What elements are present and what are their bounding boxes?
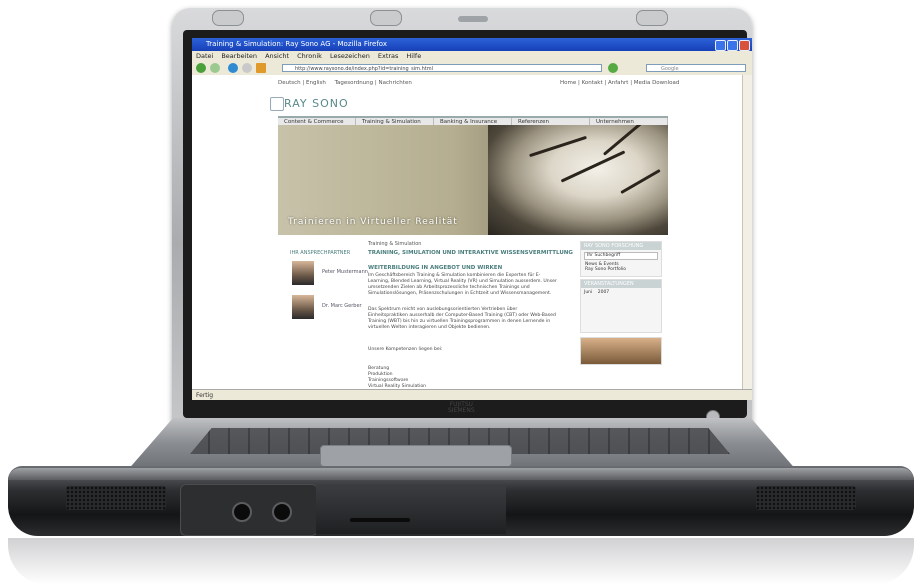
web-page: Deutsch | English Tagesordnung | Nachric… [192,75,742,389]
contact-name[interactable]: Peter Mustermann [322,269,368,275]
laptop-brand: FUJITSU SIEMENS [448,402,475,414]
spectrum-paragraph: Das Spektrum reicht von auslebungsorient… [368,307,556,330]
search-field[interactable]: Google [646,64,746,72]
url-field[interactable]: http://www.raysono.de/index.php?id=train… [282,64,602,72]
language-links[interactable]: Deutsch | English [278,80,326,86]
left-speaker [66,486,166,510]
logo-icon [270,97,284,111]
status-bar: Fertig [192,389,752,400]
services-intro: Unsere Kompetenzen liegen bei: [368,347,443,352]
white-tiger-image [488,125,668,235]
webcam [458,16,488,22]
go-icon[interactable] [608,63,618,73]
intro-paragraph: Im Geschäftsbereich Training & Simulatio… [368,273,557,296]
section-subheading: WEITERBILDUNG IN ANGEBOT UND WIRKEN [368,265,503,271]
menu-edit[interactable]: Bearbeiten [221,51,257,61]
menu-tools[interactable]: Extras [378,51,399,61]
site-logo[interactable]: RAY SONO [284,97,349,110]
hero-banner: Trainieren in Virtueller Realität [278,125,668,235]
site-search-title: RAY SONO FORSCHUNG [581,242,661,250]
services-list: Beratung Produktion Trainingssoftware Vi… [368,366,426,390]
back-icon[interactable] [196,63,206,73]
base-trim [8,468,914,480]
page-heading: TRAINING, SIMULATION UND INTERAKTIVE WIS… [368,250,573,256]
hero-caption: Trainieren in Virtueller Realität [288,217,458,227]
card-slot [350,518,410,522]
front-center-panel [316,486,506,534]
contact-photo [292,261,314,285]
touchpad [320,445,512,467]
lid-latch-center [370,10,402,26]
secondary-links[interactable]: Tagesordnung | Nachrichten [335,80,412,86]
table-reflection [8,538,914,585]
browser-titlebar: Training & Simulation: Ray Sono AG - Moz… [192,38,752,51]
menu-help[interactable]: Hilfe [406,51,421,61]
menu-history[interactable]: Chronik [297,51,322,61]
maximize-button[interactable] [727,40,738,51]
calendar-title: VERANSTALTUNGEN [581,280,661,288]
search-option[interactable]: Ray Sono Portfolio [581,267,661,272]
contact-photo [292,295,314,319]
lid-latch-left [212,10,244,26]
calendar-month: Juni 2007 [584,290,610,295]
site-search-input[interactable]: Ihr Suchbegriff [584,252,658,260]
lid-latch-right [636,10,668,26]
events-calendar: VERANSTALTUNGEN Juni 2007 [580,279,662,333]
menu-view[interactable]: Ansicht [265,51,289,61]
home-icon[interactable] [256,63,266,73]
headphone-jack [232,502,252,522]
site-search-box: RAY SONO FORSCHUNG Ihr Suchbegriff News … [580,241,662,277]
menu-file[interactable]: Datei [196,51,213,61]
window-title: Training & Simulation: Ray Sono AG - Moz… [206,40,388,48]
page-scrollbar[interactable] [742,75,752,389]
reload-icon[interactable] [228,63,238,73]
right-speaker [756,486,856,510]
promo-image[interactable] [580,337,662,365]
menu-bookmarks[interactable]: Lesezeichen [330,51,370,61]
stop-icon[interactable] [242,63,252,73]
laptop-screen: Training & Simulation: Ray Sono AG - Moz… [192,38,752,400]
contact-title: IHR ANSPRECHPARTNER [290,250,351,256]
contact-name[interactable]: Dr. Marc Gerber [322,303,362,309]
close-button[interactable] [739,40,750,51]
menu-bar: Datei Bearbeiten Ansicht Chronik Lesezei… [192,51,752,61]
minimize-button[interactable] [715,40,726,51]
microphone-jack [272,502,292,522]
top-links[interactable]: Home | Kontakt | Anfahrt | Media Downloa… [560,80,679,86]
forward-icon[interactable] [210,63,220,73]
navigation-toolbar: http://www.raysono.de/index.php?id=train… [192,61,752,76]
language-switch[interactable]: Deutsch | English Tagesordnung | Nachric… [278,80,412,86]
breadcrumb[interactable]: Training & Simulation [368,241,421,247]
brand-line-2: SIEMENS [448,407,475,414]
